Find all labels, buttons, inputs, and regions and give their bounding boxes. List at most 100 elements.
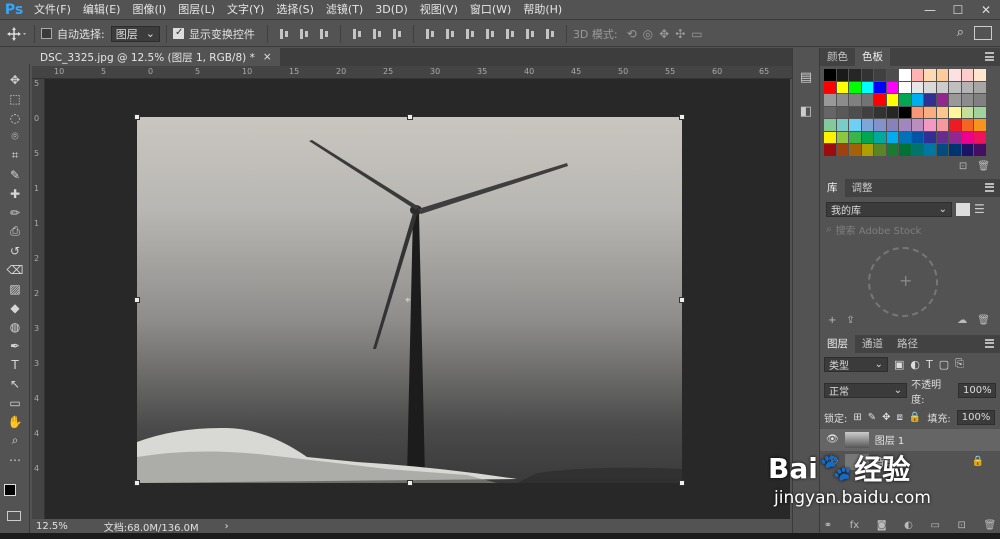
swatch[interactable]	[924, 94, 936, 106]
panel-menu-icon[interactable]	[985, 182, 994, 192]
gradient-tool-icon[interactable]: ▨	[0, 279, 30, 298]
distribute-hcenter-icon[interactable]	[503, 27, 517, 41]
align-vcenter-icon[interactable]	[297, 27, 311, 41]
minimize-button[interactable]: —	[916, 0, 944, 20]
swatch[interactable]	[911, 131, 923, 143]
blend-mode-select[interactable]: 正常 ⌄	[824, 383, 908, 398]
menu-item-1[interactable]: 编辑(E)	[77, 0, 127, 20]
eye-icon[interactable]: 👁	[826, 434, 839, 445]
swatch[interactable]	[911, 119, 923, 131]
scale-3d-icon[interactable]: ▭	[691, 27, 702, 41]
swatch[interactable]	[911, 69, 923, 81]
shape-filter-icon[interactable]: ▢	[939, 358, 949, 371]
swatch[interactable]	[949, 144, 961, 156]
menu-item-2[interactable]: 图像(I)	[126, 0, 172, 20]
swatch[interactable]	[936, 131, 948, 143]
quick-mask-icon[interactable]	[7, 511, 21, 521]
swatch[interactable]	[874, 81, 886, 93]
distribute-right-icon[interactable]	[523, 27, 537, 41]
tab-layers[interactable]: 图层	[820, 334, 855, 353]
swatch[interactable]	[861, 69, 873, 81]
swatch[interactable]	[861, 94, 873, 106]
stamp-tool-icon[interactable]: ⎙	[0, 222, 30, 241]
library-select[interactable]: 我的库 ⌄	[826, 201, 952, 217]
swatch[interactable]	[899, 144, 911, 156]
new-group-icon[interactable]: ▭	[930, 520, 939, 531]
swatch[interactable]	[836, 69, 848, 81]
dodge-tool-icon[interactable]: ◍	[0, 317, 30, 336]
swatch[interactable]	[824, 119, 836, 131]
healing-tool-icon[interactable]: ✚	[0, 184, 30, 203]
auto-select-dropdown[interactable]: 图层 ⌄	[110, 25, 160, 42]
upload-icon[interactable]: ⇪	[846, 315, 854, 326]
swatch[interactable]	[886, 94, 898, 106]
zoom-tool-icon[interactable]: ⌕	[0, 431, 30, 450]
lock-all-icon[interactable]: 🔒	[909, 412, 921, 423]
swatch[interactable]	[899, 119, 911, 131]
swatch[interactable]	[936, 94, 948, 106]
swatch[interactable]	[974, 69, 986, 81]
swatch[interactable]	[836, 144, 848, 156]
swatch[interactable]	[836, 94, 848, 106]
swatch[interactable]	[874, 144, 886, 156]
layer-filter-select[interactable]: 类型 ⌄	[824, 356, 888, 372]
add-content-icon[interactable]: +	[828, 315, 836, 326]
fill-input[interactable]: 100%	[956, 409, 995, 425]
zoom-level[interactable]: 12.5%	[36, 521, 68, 532]
list-view-icon[interactable]: ☰	[974, 202, 985, 216]
eyedropper-tool-icon[interactable]: ✎	[0, 165, 30, 184]
swatch[interactable]	[974, 106, 986, 118]
transform-handle-tr[interactable]	[679, 114, 685, 120]
library-drop-zone[interactable]: +	[820, 237, 1000, 317]
swatch[interactable]	[899, 69, 911, 81]
swatch[interactable]	[961, 106, 973, 118]
lasso-tool-icon[interactable]: ◌	[0, 108, 30, 127]
maximize-button[interactable]: ☐	[944, 0, 972, 20]
swatch[interactable]	[824, 144, 836, 156]
distribute-left-icon[interactable]	[483, 27, 497, 41]
swatch[interactable]	[974, 81, 986, 93]
properties-panel-icon[interactable]: ◧	[793, 98, 819, 124]
close-tab-icon[interactable]: ×	[263, 51, 272, 63]
transform-handle-t[interactable]	[407, 114, 413, 120]
tab-adjustments[interactable]: 调整	[845, 179, 880, 197]
swatch[interactable]	[961, 94, 973, 106]
tab-channels[interactable]: 通道	[855, 335, 890, 353]
swatch[interactable]	[861, 81, 873, 93]
swatch[interactable]	[936, 106, 948, 118]
swatch[interactable]	[911, 144, 923, 156]
align-hcenter-icon[interactable]	[370, 27, 384, 41]
adjustment-layer-icon[interactable]: ◐	[904, 520, 913, 531]
document-tab[interactable]: DSC_3325.jpg @ 12.5% (图层 1, RGB/8) * ×	[32, 48, 280, 66]
status-arrow-icon[interactable]: ›	[225, 521, 229, 532]
swatch[interactable]	[886, 69, 898, 81]
align-bottom-icon[interactable]	[317, 27, 331, 41]
swatch[interactable]	[961, 69, 973, 81]
brush-tool-icon[interactable]: ✏	[0, 203, 30, 222]
swatch[interactable]	[886, 144, 898, 156]
layer-row-background[interactable]: 👁 背景 🔒	[820, 451, 1000, 473]
swatch[interactable]	[824, 69, 836, 81]
distribute-bottom-icon[interactable]	[463, 27, 477, 41]
tab-paths[interactable]: 路径	[890, 335, 925, 353]
type-tool-icon[interactable]: T	[0, 355, 30, 374]
distribute-top-icon[interactable]	[423, 27, 437, 41]
swatch[interactable]	[936, 144, 948, 156]
swatch[interactable]	[874, 119, 886, 131]
swatch[interactable]	[874, 106, 886, 118]
swatch[interactable]	[899, 106, 911, 118]
new-swatch-icon[interactable]: ⊡	[959, 161, 967, 172]
move-tool-icon[interactable]: ✥	[0, 70, 30, 89]
swatch[interactable]	[911, 94, 923, 106]
panel-menu-icon[interactable]	[985, 52, 994, 61]
menu-item-3[interactable]: 图层(L)	[172, 0, 221, 20]
type-filter-icon[interactable]: T	[926, 358, 933, 371]
swatch[interactable]	[924, 81, 936, 93]
swatch[interactable]	[924, 144, 936, 156]
transform-center-icon[interactable]: ⌖	[405, 295, 411, 306]
distribute-vcenter-icon[interactable]	[443, 27, 457, 41]
swatch[interactable]	[961, 119, 973, 131]
library-search[interactable]: ⌕ 搜索 Adobe Stock	[820, 222, 1000, 237]
pen-tool-icon[interactable]: ✒	[0, 336, 30, 355]
swatch[interactable]	[849, 94, 861, 106]
